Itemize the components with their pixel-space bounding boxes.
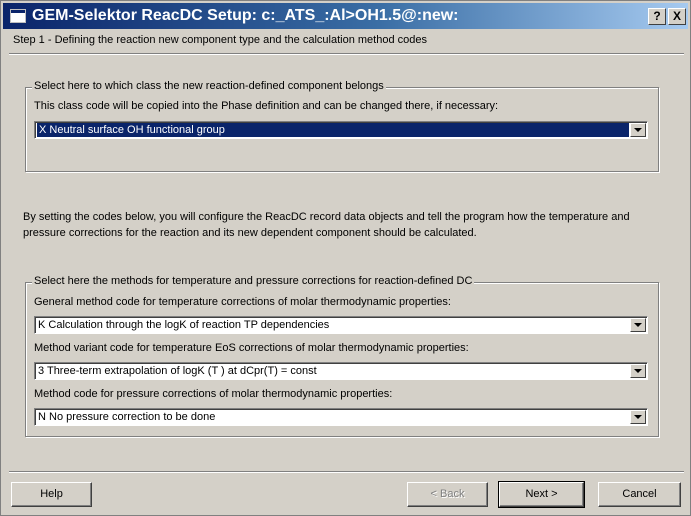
chevron-down-icon[interactable] [630, 410, 646, 424]
close-button[interactable]: X [668, 8, 686, 25]
step-label: Step 1 - Defining the reaction new compo… [13, 34, 427, 46]
help-button[interactable]: Help [11, 482, 92, 507]
class-group-title: Select here to which class the new react… [32, 80, 386, 92]
cancel-button[interactable]: Cancel [598, 482, 681, 507]
variant-method-value: 3 Three-term extrapolation of logK (T ) … [38, 365, 317, 377]
chevron-down-icon[interactable] [630, 364, 646, 378]
class-description: This class code will be copied into the … [34, 100, 499, 112]
top-separator [9, 53, 684, 55]
app-window-icon [10, 9, 26, 23]
variant-method-select[interactable]: 3 Three-term extrapolation of logK (T ) … [34, 362, 648, 380]
title-bar[interactable]: GEM-Selektor ReacDC Setup: c:_ATS_:Al>OH… [3, 3, 688, 29]
pressure-method-select[interactable]: N No pressure correction to be done [34, 408, 648, 426]
methods-group-title: Select here the methods for temperature … [32, 275, 475, 287]
general-method-select[interactable]: K Calculation through the logK of reacti… [34, 316, 648, 334]
chevron-down-icon[interactable] [630, 123, 646, 137]
back-button[interactable]: < Back [407, 482, 488, 507]
class-code-value: X Neutral surface OH functional group [37, 123, 629, 137]
next-button[interactable]: Next > [498, 481, 585, 508]
pressure-method-label: Method code for pressure corrections of … [34, 388, 393, 400]
bottom-separator [9, 471, 684, 473]
pressure-method-value: N No pressure correction to be done [38, 411, 216, 423]
class-code-select[interactable]: X Neutral surface OH functional group [34, 121, 648, 139]
variant-method-label: Method variant code for temperature EoS … [34, 342, 469, 354]
info-paragraph: By setting the codes below, you will con… [23, 211, 630, 239]
chevron-down-icon[interactable] [630, 318, 646, 332]
window-title: GEM-Selektor ReacDC Setup: c:_ATS_:Al>OH… [32, 7, 459, 24]
help-title-button[interactable]: ? [648, 8, 666, 25]
general-method-value: K Calculation through the logK of reacti… [38, 319, 330, 331]
general-method-label: General method code for temperature corr… [34, 296, 451, 308]
dialog-window: GEM-Selektor ReacDC Setup: c:_ATS_:Al>OH… [0, 0, 691, 516]
